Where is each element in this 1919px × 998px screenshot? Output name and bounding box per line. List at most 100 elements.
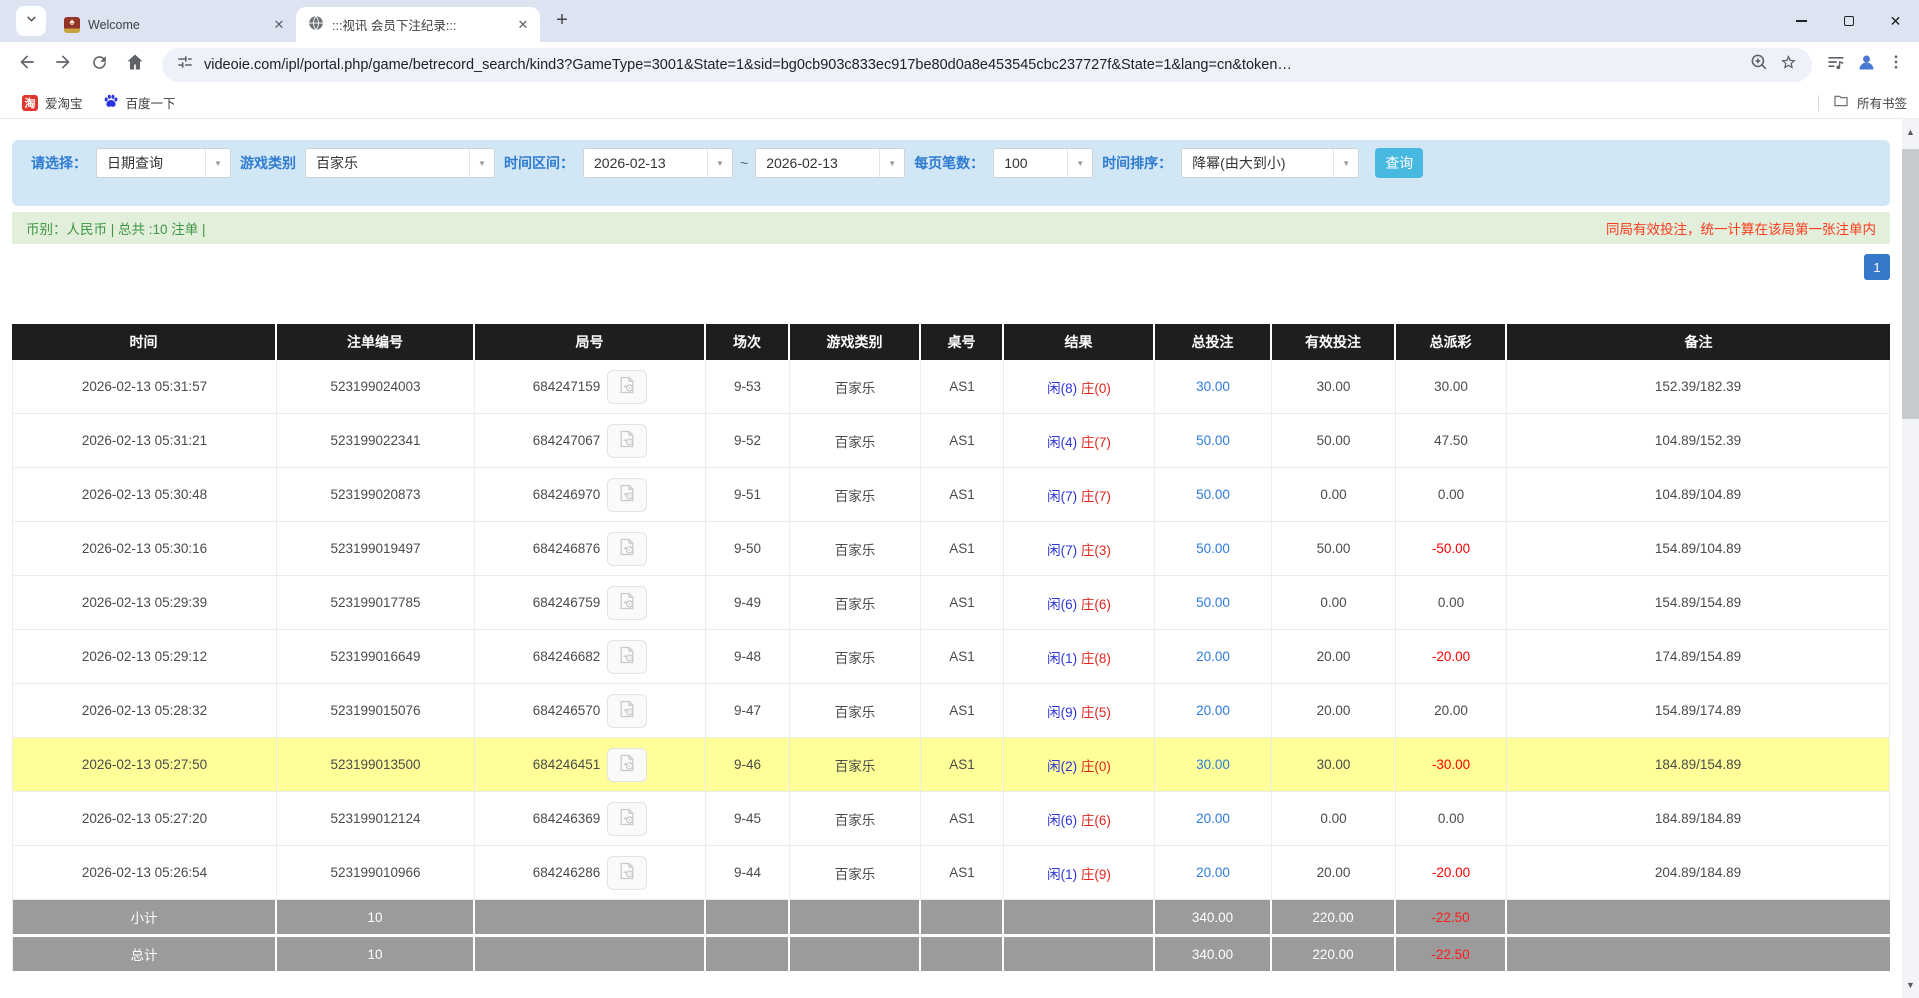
cell-game: 百家乐 (790, 414, 921, 468)
result-banker: 庄(3) (1081, 543, 1111, 558)
cell-time: 2026-02-13 05:28:32 (12, 684, 277, 738)
chevron-down-icon: ▼ (205, 149, 230, 177)
back-button[interactable] (10, 48, 44, 82)
scroll-down-icon[interactable]: ▼ (1902, 972, 1919, 998)
table-row[interactable]: 2026-02-13 05:31:21 523199022341 6842470… (12, 414, 1890, 468)
video-replay-button[interactable] (607, 532, 647, 566)
chevron-down-icon: ▼ (469, 149, 494, 177)
video-film-icon (617, 861, 637, 884)
subtotal-valid-bet: 220.00 (1272, 900, 1396, 937)
table-row[interactable]: 2026-02-13 05:31:57 523199024003 6842471… (12, 360, 1890, 414)
cell-total-bet[interactable]: 20.00 (1155, 846, 1272, 900)
table-row[interactable]: 2026-02-13 05:29:12 523199016649 6842466… (12, 630, 1890, 684)
cell-time: 2026-02-13 05:29:12 (12, 630, 277, 684)
bookmark-star-icon[interactable] (1779, 53, 1798, 77)
select-label: 请选择： (22, 153, 96, 173)
url-text[interactable]: videoie.com/ipl/portal.php/game/betrecor… (204, 57, 1740, 73)
cell-total-bet[interactable]: 30.00 (1155, 738, 1272, 792)
back-icon (17, 52, 37, 77)
sort-dropdown[interactable]: 降幂(由大到小) ▼ (1181, 148, 1359, 178)
cell-total-bet[interactable]: 50.00 (1155, 414, 1272, 468)
table-row[interactable]: 2026-02-13 05:29:39 523199017785 6842467… (12, 576, 1890, 630)
tab-close-icon[interactable]: ✕ (514, 16, 532, 34)
cell-valid-bet: 20.00 (1272, 846, 1396, 900)
forward-icon (53, 52, 73, 77)
page-size-dropdown[interactable]: 100 ▼ (993, 148, 1093, 178)
cell-remark: 204.89/184.89 (1507, 846, 1890, 900)
kebab-menu-icon[interactable] (1887, 53, 1905, 76)
bookmark-aitaobao[interactable]: 淘 爱淘宝 (12, 89, 93, 116)
result-player: 闲(7) (1047, 543, 1077, 558)
cell-bet-id: 523199013500 (277, 738, 475, 792)
cell-valid-bet: 30.00 (1272, 360, 1396, 414)
result-banker: 庄(6) (1081, 597, 1111, 612)
bookmark-baidu[interactable]: 百度一下 (93, 89, 186, 116)
cell-total-bet[interactable]: 20.00 (1155, 792, 1272, 846)
forward-button[interactable] (46, 48, 80, 82)
date-to-picker[interactable]: 2026-02-13 ▼ (755, 148, 905, 178)
cell-total-bet[interactable]: 20.00 (1155, 630, 1272, 684)
address-bar[interactable]: videoie.com/ipl/portal.php/game/betrecor… (162, 48, 1812, 82)
table-body: 2026-02-13 05:31:57 523199024003 6842471… (12, 360, 1890, 900)
table-row[interactable]: 2026-02-13 05:28:32 523199015076 6842465… (12, 684, 1890, 738)
maximize-button[interactable] (1825, 0, 1872, 42)
cell-table-no: AS1 (921, 522, 1004, 576)
game-type-dropdown[interactable]: 百家乐 ▼ (305, 148, 495, 178)
scroll-up-icon[interactable]: ▲ (1902, 119, 1919, 145)
table-row[interactable]: 2026-02-13 05:30:16 523199019497 6842468… (12, 522, 1890, 576)
cell-total-bet[interactable]: 50.00 (1155, 576, 1272, 630)
video-replay-button[interactable] (607, 424, 647, 458)
query-type-dropdown[interactable]: 日期查询 ▼ (96, 148, 231, 178)
cell-remark: 104.89/152.39 (1507, 414, 1890, 468)
cell-bet-id: 523199015076 (277, 684, 475, 738)
cell-total-bet[interactable]: 30.00 (1155, 360, 1272, 414)
new-tab-button[interactable]: + (548, 6, 576, 34)
search-button[interactable]: 查询 (1375, 148, 1423, 178)
video-replay-button[interactable] (607, 586, 647, 620)
table-row[interactable]: 2026-02-13 05:26:54 523199010966 6842462… (12, 846, 1890, 900)
taobao-icon: 淘 (22, 95, 38, 111)
reload-button[interactable] (82, 48, 116, 82)
cell-total-bet[interactable]: 20.00 (1155, 684, 1272, 738)
video-replay-button[interactable] (607, 640, 647, 674)
tab-welcome[interactable]: ♠ Welcome ✕ (52, 7, 296, 42)
minimize-button[interactable] (1778, 0, 1825, 42)
date-from-picker[interactable]: 2026-02-13 ▼ (583, 148, 733, 178)
subtotal-label: 小计 (12, 900, 277, 937)
video-replay-button[interactable] (607, 478, 647, 512)
cell-game: 百家乐 (790, 846, 921, 900)
profile-avatar-icon[interactable] (1856, 52, 1877, 78)
video-replay-button[interactable] (607, 802, 647, 836)
video-film-icon (617, 645, 637, 668)
table-row[interactable]: 2026-02-13 05:30:48 523199020873 6842469… (12, 468, 1890, 522)
summary-info-bar: 币别：人民币 | 总共 :10 注单 | 同局有效投注，统一计算在该局第一张注单… (12, 212, 1890, 244)
cell-total-bet[interactable]: 50.00 (1155, 468, 1272, 522)
table-row[interactable]: 2026-02-13 05:27:50 523199013500 6842464… (12, 738, 1890, 792)
tab-bet-record[interactable]: :::视讯 会员下注纪录::: ✕ (296, 7, 540, 42)
video-replay-button[interactable] (607, 370, 647, 404)
tab-search-button[interactable] (16, 6, 46, 36)
video-replay-button[interactable] (607, 748, 647, 782)
page-1-button[interactable]: 1 (1864, 254, 1890, 280)
cell-payout: -20.00 (1396, 846, 1507, 900)
chevron-down-icon (25, 12, 38, 30)
home-icon (125, 52, 145, 77)
all-bookmarks[interactable]: 所有书签 (1818, 93, 1907, 112)
cell-remark: 154.89/104.89 (1507, 522, 1890, 576)
browser-tab-strip: ♠ Welcome ✕ :::视讯 会员下注纪录::: ✕ + ✕ (0, 0, 1919, 42)
video-replay-button[interactable] (607, 694, 647, 728)
vertical-scrollbar[interactable]: ▲ ▼ (1902, 119, 1919, 998)
tab-close-icon[interactable]: ✕ (270, 16, 288, 34)
page-size-label: 每页笔数： (905, 153, 993, 173)
total-row: 总计 10 340.00 220.00 -22.50 (12, 937, 1890, 974)
media-controls-icon[interactable] (1826, 52, 1846, 77)
table-row[interactable]: 2026-02-13 05:27:20 523199012124 6842463… (12, 792, 1890, 846)
close-button[interactable]: ✕ (1872, 0, 1919, 42)
site-settings-tune-icon[interactable] (176, 53, 194, 76)
scrollbar-thumb[interactable] (1902, 149, 1919, 419)
home-button[interactable] (118, 48, 152, 82)
video-replay-button[interactable] (607, 856, 647, 890)
cell-table-no: AS1 (921, 630, 1004, 684)
cell-total-bet[interactable]: 50.00 (1155, 522, 1272, 576)
zoom-icon[interactable] (1750, 53, 1769, 77)
